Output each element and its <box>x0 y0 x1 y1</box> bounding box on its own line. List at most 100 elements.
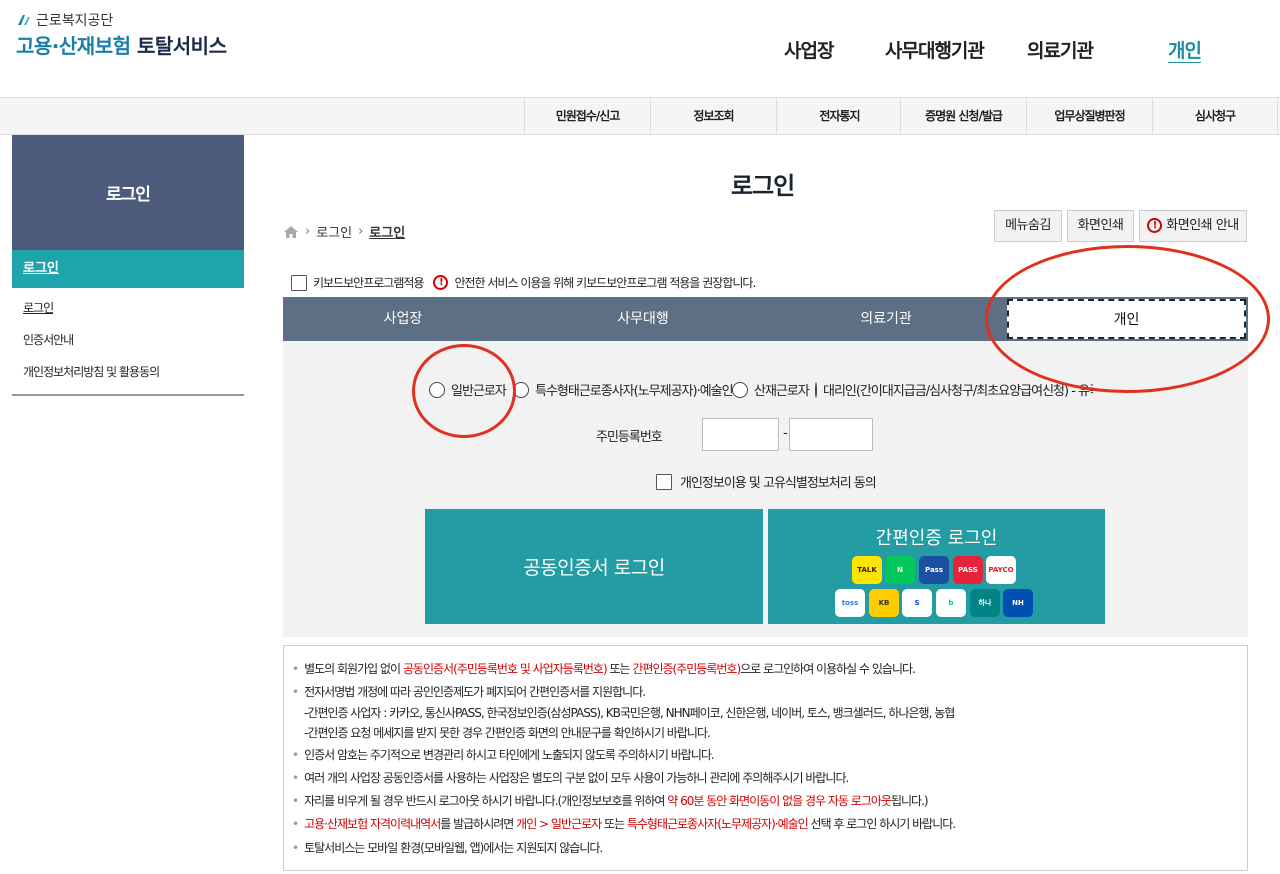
provider-icon-7[interactable]: S <box>902 589 932 617</box>
service-title-part2: 토탈서비스 <box>137 34 227 58</box>
provider-icon-9[interactable]: 하나 <box>970 589 1000 617</box>
radio-button[interactable] <box>732 382 748 398</box>
subnav-certificate[interactable]: 증명원 신청/발급 <box>900 98 1026 134</box>
provider-icon-1[interactable]: N <box>885 556 915 584</box>
sidebar-heading: 로그인 <box>12 135 244 250</box>
notice-line: • 토탈서비스는 모바일 환경(모바일웹, 앱)에서는 지원되지 않습니다. <box>292 839 602 856</box>
privacy-consent-checkbox[interactable] <box>656 474 672 490</box>
simple-auth-login-label: 간편인증 로그인 <box>768 524 1105 550</box>
print-guide-button[interactable]: ! 화면인쇄 안내 <box>1139 210 1247 242</box>
privacy-consent-row: 개인정보이용 및 고유식별정보처리 동의 <box>656 472 876 491</box>
keyboard-security-notice: 안전한 서비스 이용을 위해 키보드보안프로그램 적용을 권장합니다. <box>454 274 755 291</box>
provider-icon-4[interactable]: PAYCO <box>986 556 1016 584</box>
provider-icon-2[interactable]: Pass <box>919 556 949 584</box>
privacy-consent-label: 개인정보이용 및 고유식별정보처리 동의 <box>680 472 876 491</box>
keyboard-security-checkbox[interactable] <box>291 275 307 291</box>
print-button[interactable]: 화면인쇄 <box>1067 210 1134 242</box>
sidebar-section-login[interactable]: 로그인 <box>12 250 244 288</box>
subnav-info-inquiry[interactable]: 정보조회 <box>650 98 776 134</box>
service-title-part1: 고용·산재보험 <box>16 34 131 58</box>
ssn-front-input[interactable] <box>702 418 779 451</box>
home-icon[interactable] <box>283 225 299 239</box>
org-logo[interactable]: 근로복지공단 <box>16 10 113 30</box>
provider-icon-0[interactable]: TALK <box>852 556 882 584</box>
breadcrumb-current[interactable]: 로그인 <box>369 222 405 241</box>
radio-option-agent[interactable]: 대리인(간이대지급금/심사청구/최초요양급여신청) - 유족 <box>815 380 1093 399</box>
provider-icon-6[interactable]: KB <box>869 589 899 617</box>
highlight-circle-personal-tab <box>985 245 1270 393</box>
notice-text: 토탈서비스는 모바일 환경(모바일웹, 앱)에서는 지원되지 않습니다. <box>304 841 602 855</box>
ssn-label: 주민등록번호 <box>596 426 662 445</box>
print-guide-label: 화면인쇄 안내 <box>1166 218 1238 233</box>
bullet-icon: • <box>292 662 298 676</box>
notice-line: • 여러 개의 사업장 공동인증서를 사용하는 사업장은 별도의 구분 없이 모두… <box>292 769 848 786</box>
certificate-login-button[interactable]: 공동인증서 로그인 <box>425 509 763 624</box>
notice-text: 를 발급하시려면 <box>440 817 516 831</box>
breadcrumb-item[interactable]: 로그인 <box>316 222 352 241</box>
notice-text: 여러 개의 사업장 공동인증서를 사용하는 사업장은 별도의 구분 없이 모두 … <box>304 771 848 785</box>
subnav-e-notice[interactable]: 전자통지 <box>776 98 902 134</box>
topnav-medical[interactable]: 의료기관 <box>1027 36 1093 63</box>
sidebar: 로그인 로그인 로그인 인증서안내 개인정보처리방침 및 활용동의 <box>12 135 244 396</box>
provider-icon-3[interactable]: PASS <box>953 556 983 584</box>
chevron-right-icon: › <box>358 224 363 239</box>
notice-text: 또는 <box>601 817 627 831</box>
subnav-disease-judgment[interactable]: 업무상질병판정 <box>1026 98 1152 134</box>
notice-line: -간편인증 사업자 : 카카오, 통신사PASS, 한국정보인증(삼성PASS)… <box>304 704 954 721</box>
notice-text: 공동인증서(주민등록번호 및 사업자등록번호) <box>403 662 607 676</box>
simple-auth-login-button[interactable]: 간편인증 로그인 TALKNPassPASSPAYCO tossKBSb하나NH <box>768 509 1105 624</box>
notice-line: •인증서 암호는 주기적으로 변경관리 하시고 타인에게 노출되지 않도록 주의… <box>292 746 714 763</box>
service-title[interactable]: 고용·산재보험 토탈서비스 <box>16 30 226 59</box>
notice-line: •별도의 회원가입 없이 공동인증서(주민등록번호 및 사업자등록번호) 또는 … <box>292 660 915 677</box>
topnav-personal[interactable]: 개인 <box>1168 36 1201 63</box>
bullet-icon: • <box>292 748 298 762</box>
keyboard-security-row: 키보드보안프로그램적용 ! 안전한 서비스 이용을 위해 키보드보안프로그램 적… <box>291 274 755 291</box>
site-header: 근로복지공단 고용·산재보험 토탈서비스 사업장 사무대행기관 의료기관 개인 <box>0 0 1280 97</box>
notice-text: 특수형태근로종사자(노무제공자)·예술인 <box>627 817 808 831</box>
notice-line: •전자서명법 개정에 따라 공인인증제도가 폐지되어 간편인증서를 지원합니다. <box>292 683 645 700</box>
tab-agency[interactable]: 사무대행 <box>523 297 763 341</box>
sidebar-item-privacy[interactable]: 개인정보처리방침 및 활용동의 <box>12 356 244 388</box>
provider-icon-8[interactable]: b <box>936 589 966 617</box>
notice-text: 또는 <box>607 662 633 676</box>
radio-option-injured-worker[interactable]: 산재근로자 <box>732 380 809 399</box>
notice-text: 약 60분 동안 화면이동이 없을 경우 자동 로그아웃 <box>667 794 891 808</box>
bullet-icon: • <box>292 841 298 855</box>
notice-text: 자리를 비우게 될 경우 반드시 로그아웃 하시기 바랍니다.(개인정보보호를 … <box>304 794 667 808</box>
subnav-review-request[interactable]: 심사청구 <box>1152 98 1278 134</box>
ssn-back-input[interactable] <box>789 418 873 451</box>
highlight-circle-general-worker <box>412 344 516 438</box>
page-title: 로그인 <box>731 166 794 201</box>
alert-icon: ! <box>1147 218 1162 233</box>
topnav-business[interactable]: 사업장 <box>784 36 833 63</box>
bullet-icon: • <box>292 794 298 808</box>
radio-label: 특수형태근로종사자(노무제공자)·예술인 <box>535 380 733 399</box>
tab-business[interactable]: 사업장 <box>283 297 523 341</box>
notice-text: 으로 로그인하여 이용하실 수 있습니다. <box>740 662 915 676</box>
hide-menu-button[interactable]: 메뉴숨김 <box>994 210 1062 242</box>
sidebar-item-cert-guide[interactable]: 인증서안내 <box>12 324 244 356</box>
org-logo-icon <box>16 13 32 27</box>
radio-button[interactable] <box>815 382 817 398</box>
breadcrumb: › 로그인 › 로그인 <box>283 222 405 241</box>
provider-icon-5[interactable]: toss <box>835 589 865 617</box>
notice-text: 별도의 회원가입 없이 <box>304 662 403 676</box>
certificate-login-label: 공동인증서 로그인 <box>523 553 664 580</box>
bullet-icon: • <box>292 771 298 785</box>
org-name: 근로복지공단 <box>36 10 113 30</box>
subnav-civil-report[interactable]: 민원접수/신고 <box>524 98 650 134</box>
sub-navigation: 민원접수/신고 정보조회 전자통지 증명원 신청/발급 업무상질병판정 심사청구 <box>0 97 1280 135</box>
sidebar-list: 로그인 인증서안내 개인정보처리방침 및 활용동의 <box>12 288 244 396</box>
notice-line: • 고용·산재보험 자격이력내역서를 발급하시려면 개인 > 일반근로자 또는 특… <box>292 815 955 832</box>
notice-line: -간편인증 요청 메세지를 받지 못한 경우 간편인증 화면의 안내문구를 확인… <box>304 724 710 741</box>
tab-medical[interactable]: 의료기관 <box>766 297 1006 341</box>
notice-text: 개인 > 일반근로자 <box>516 817 601 831</box>
notice-text: 고용·산재보험 자격이력내역서 <box>304 817 440 831</box>
topnav-agency[interactable]: 사무대행기관 <box>885 36 984 63</box>
radio-option-special-worker[interactable]: 특수형태근로종사자(노무제공자)·예술인 <box>513 380 733 399</box>
notice-text: 간편인증(주민등록번호) <box>632 662 740 676</box>
bullet-icon: • <box>292 817 298 831</box>
alert-icon: ! <box>433 275 448 290</box>
sidebar-item-login[interactable]: 로그인 <box>12 292 244 324</box>
provider-icon-10[interactable]: NH <box>1003 589 1033 617</box>
